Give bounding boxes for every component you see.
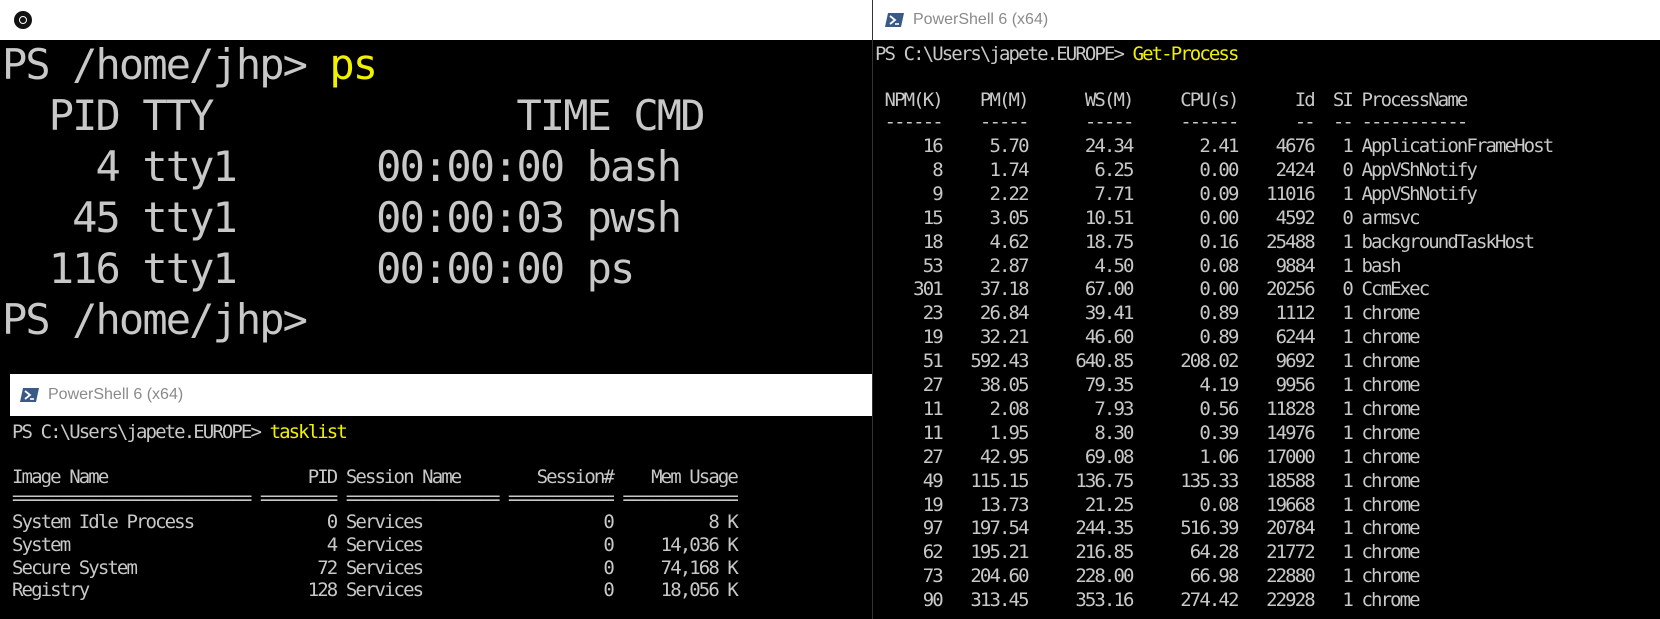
getprocess-row: 27 38.05 79.35 4.19 9956 1 chrome	[875, 374, 1421, 396]
getprocess-row: 73 204.60 228.00 66.98 22880 1 chrome	[875, 565, 1421, 588]
getprocess-prompt-line: PS C:\Users\japete.EUROPE> Get-Process	[875, 42, 1240, 66]
getprocess-row: 11 2.08 7.93 0.56 11828 1 chrome	[875, 397, 1421, 420]
tasklist-terminal-window[interactable]: PowerShell 6 (x64) PS C:\Users\japete.EU…	[10, 374, 872, 619]
getprocess-terminal-window[interactable]: PowerShell 6 (x64) PS C:\Users\japete.EU…	[872, 0, 1660, 619]
bash-terminal-window[interactable]: PS /home/jhp> ps PID TTY TIME CMD 4 tty1…	[0, 0, 872, 374]
getprocess-row: 27 42.95 69.08 1.06 17000 1 chrome	[875, 445, 1421, 468]
tasklist-window-title: PowerShell 6 (x64)	[48, 386, 184, 403]
tasklist-prompt: PS C:\Users\japete.EUROPE>	[12, 421, 262, 443]
bash-table-row: 45 tty1 00:00:03 pwsh	[2, 193, 682, 242]
tasklist-row: System Idle Process 0 Services 0 8 K	[12, 511, 739, 533]
getprocess-title-bar[interactable]: PowerShell 6 (x64)	[873, 0, 1660, 40]
getprocess-row: 8 1.74 6.25 0.00 2424 0 AppVShNotify	[875, 158, 1478, 181]
bash-table-header: PID TTY TIME CMD	[2, 91, 706, 140]
powershell-icon	[20, 387, 40, 403]
getprocess-row: 19 32.21 46.60 0.89 6244 1 chrome	[875, 326, 1421, 349]
getprocess-prompt: PS C:\Users\japete.EUROPE>	[875, 43, 1125, 65]
getprocess-row: 90 313.45 353.16 274.42 22928 1 chrome	[875, 589, 1421, 612]
tasklist-prompt-line: PS C:\Users\japete.EUROPE> tasklist	[12, 420, 348, 444]
bash-table-row: 4 tty1 00:00:00 bash	[2, 142, 683, 191]
powershell-icon	[885, 12, 905, 28]
tasklist-separator: ========================= ======== =====…	[12, 487, 739, 509]
getprocess-command: Get-Process	[1132, 43, 1240, 65]
getprocess-row: 23 26.84 39.41 0.89 1112 1 chrome	[875, 302, 1421, 325]
getprocess-row: 9 2.22 7.71 0.09 11016 1 AppVShNotify	[875, 182, 1478, 205]
getprocess-row: 19 13.73 21.25 0.08 19668 1 chrome	[875, 493, 1421, 516]
tasklist-title-bar[interactable]: PowerShell 6 (x64)	[10, 374, 872, 416]
getprocess-window-title: PowerShell 6 (x64)	[913, 11, 1049, 28]
tasklist-row: System 4 Services 0 14,036 K	[12, 534, 739, 556]
getprocess-row: 18 4.62 18.75 0.16 25488 1 backgroundTas…	[875, 230, 1535, 253]
tasklist-row: Registry 128 Services 0 18,056 K	[12, 579, 739, 601]
tasklist-row: Secure System 72 Services 0 74,168 K	[12, 557, 739, 579]
ubuntu-icon	[14, 11, 32, 29]
bash-table-row: 116 tty1 00:00:00 ps	[2, 244, 636, 293]
bash-final-prompt: PS /home/jhp>	[2, 295, 308, 344]
bash-prompt: PS /home/jhp>	[2, 40, 308, 89]
getprocess-row: 15 3.05 10.51 0.00 4592 0 armsvc	[875, 206, 1421, 229]
getprocess-row: 49 115.15 136.75 135.33 18588 1 chrome	[875, 469, 1421, 492]
getprocess-row: 53 2.87 4.50 0.08 9884 1 bash	[875, 254, 1402, 277]
bash-prompt-line: PS /home/jhp> ps	[2, 38, 378, 92]
getprocess-table-header: NPM(K) PM(M) WS(M) CPU(s) Id SI ProcessN…	[875, 89, 1469, 111]
bash-command: ps	[329, 40, 378, 89]
getprocess-row: 62 195.21 216.85 64.28 21772 1 chrome	[875, 541, 1421, 564]
getprocess-separator: ------ ----- ----- ------ -- -- --------…	[875, 111, 1469, 133]
bash-title-bar[interactable]	[0, 0, 872, 40]
getprocess-row: 97 197.54 244.35 516.39 20784 1 chrome	[875, 517, 1421, 540]
getprocess-row: 16 5.70 24.34 2.41 4676 1 ApplicationFra…	[875, 135, 1554, 157]
tasklist-command: tasklist	[269, 421, 348, 443]
getprocess-row: 301 37.18 67.00 0.00 20256 0 CcmExec	[875, 278, 1430, 301]
getprocess-row: 51 592.43 640.85 208.02 9692 1 chrome	[875, 350, 1421, 373]
getprocess-row: 11 1.95 8.30 0.39 14976 1 chrome	[875, 421, 1421, 444]
